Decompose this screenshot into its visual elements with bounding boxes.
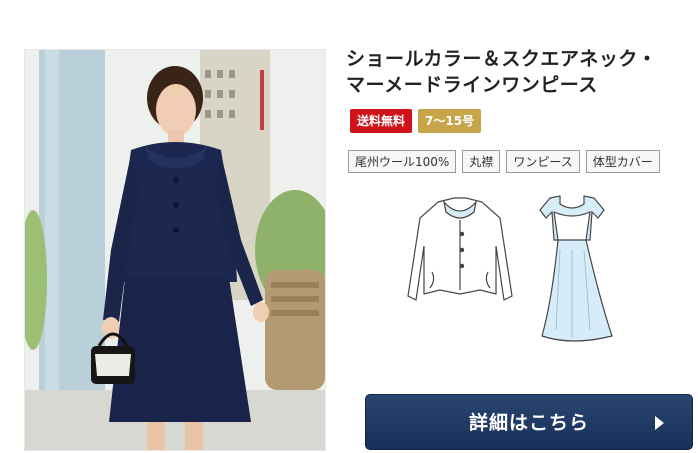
- size-range-badge: 7〜15号: [418, 109, 482, 133]
- dress-sketch-icon: [539, 195, 613, 342]
- detail-button-label: 詳細はこちら: [468, 412, 589, 434]
- tag-collar: 丸襟: [462, 150, 501, 173]
- free-shipping-badge: 送料無料: [350, 109, 413, 133]
- product-title-line2: マーメードラインワンピース: [346, 74, 598, 96]
- detail-button[interactable]: 詳細はこちら: [365, 394, 693, 450]
- arrow-right-icon: [655, 416, 664, 430]
- jacket-sketch-icon: [407, 197, 513, 301]
- tag-material: 尾州ウール100%: [348, 150, 457, 173]
- badge-group: 送料無料 7〜15号: [350, 109, 482, 133]
- garment-sketches: [400, 190, 630, 350]
- model-photo: [25, 50, 325, 450]
- tag-body-cover: 体型カバー: [585, 150, 660, 173]
- product-card: ショールカラー＆スクエアネック・ マーメードラインワンピース 送料無料 7〜15…: [0, 0, 698, 453]
- product-title-line1: ショールカラー＆スクエアネック・: [346, 48, 658, 70]
- product-title[interactable]: ショールカラー＆スクエアネック・ マーメードラインワンピース: [346, 46, 696, 98]
- product-photo[interactable]: [24, 49, 326, 451]
- feature-tags: 尾州ウール100% 丸襟 ワンピース 体型カバー: [348, 150, 660, 173]
- tag-onepiece: ワンピース: [506, 150, 580, 173]
